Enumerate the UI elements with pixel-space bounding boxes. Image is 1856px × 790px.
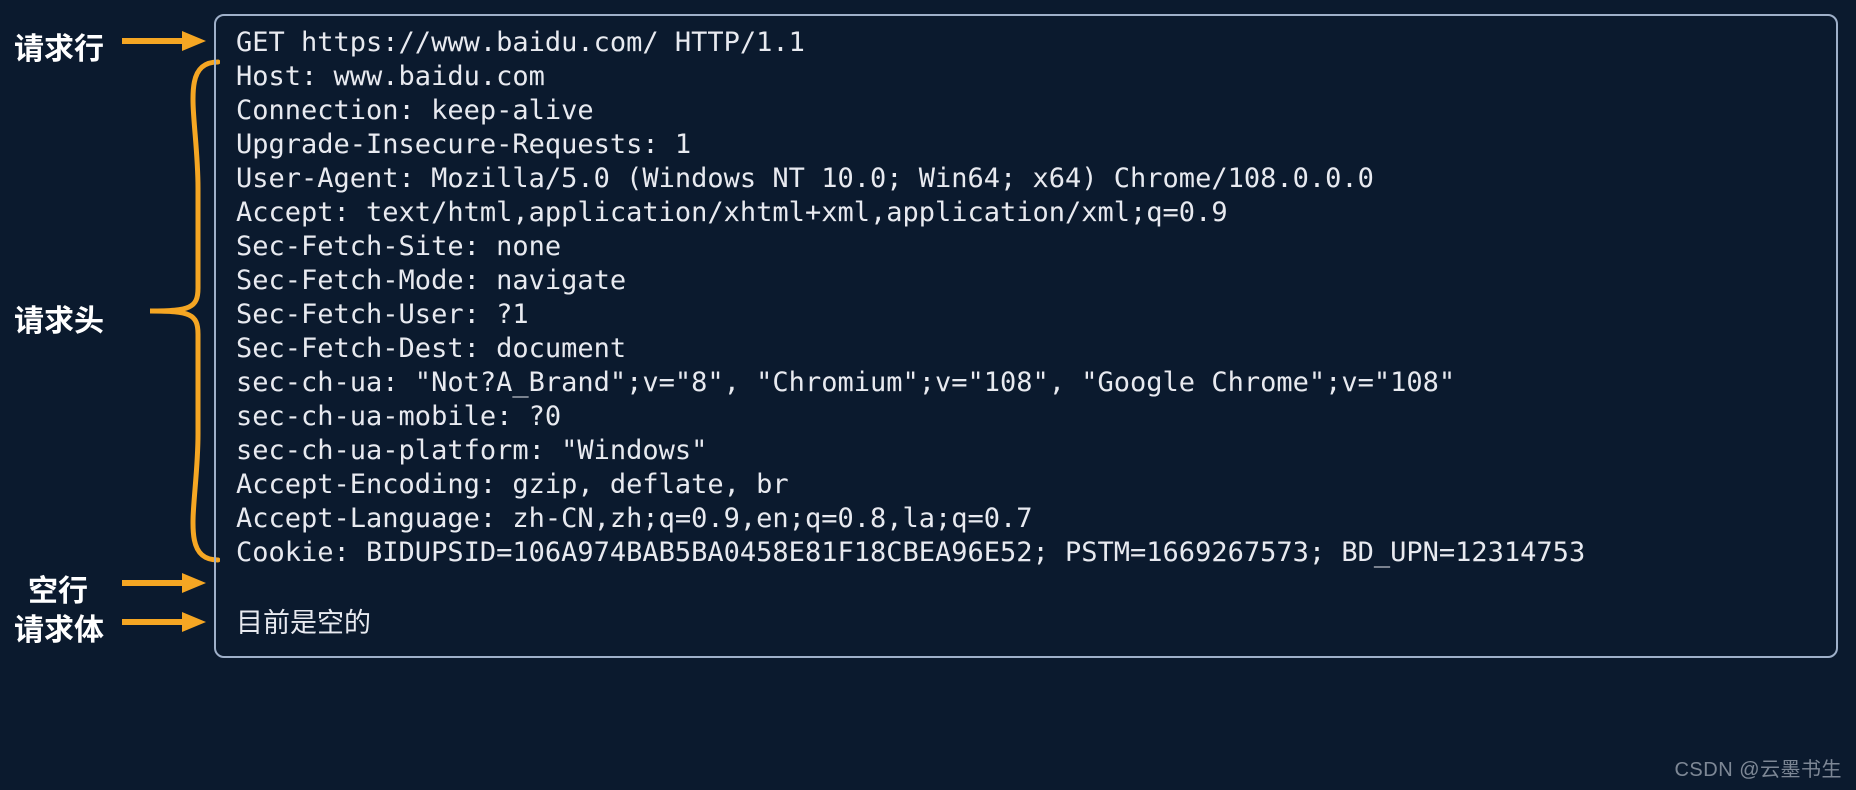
brace-request-headers-icon: [140, 58, 220, 564]
header-line: Cookie: BIDUPSID=106A974BAB5BA0458E81F18…: [236, 536, 1816, 570]
header-line: sec-ch-ua-platform: "Windows": [236, 434, 1816, 468]
label-column: 请求行 请求头 空行 请求体: [0, 0, 214, 700]
arrow-request-body-icon: [118, 607, 208, 637]
request-body: 目前是空的: [236, 604, 1816, 638]
label-request-line: 请求行: [14, 24, 104, 68]
http-request-box: GET https://www.baidu.com/ HTTP/1.1 Host…: [214, 14, 1838, 658]
arrow-blank-line-icon: [118, 568, 208, 598]
header-line: Accept-Encoding: gzip, deflate, br: [236, 468, 1816, 502]
label-request-body: 请求体: [14, 605, 104, 649]
request-headers: Host: www.baidu.comConnection: keep-aliv…: [236, 60, 1816, 570]
label-blank-line: 空行: [28, 566, 88, 610]
header-line: Sec-Fetch-Mode: navigate: [236, 264, 1816, 298]
header-line: Upgrade-Insecure-Requests: 1: [236, 128, 1816, 162]
arrow-request-line-icon: [118, 26, 208, 56]
header-line: sec-ch-ua: "Not?A_Brand";v="8", "Chromiu…: [236, 366, 1816, 400]
header-line: Accept: text/html,application/xhtml+xml,…: [236, 196, 1816, 230]
request-line: GET https://www.baidu.com/ HTTP/1.1: [236, 26, 1816, 60]
watermark: CSDN @云墨书生: [1674, 753, 1842, 782]
header-line: Host: www.baidu.com: [236, 60, 1816, 94]
header-line: Sec-Fetch-Site: none: [236, 230, 1816, 264]
header-line: sec-ch-ua-mobile: ?0: [236, 400, 1816, 434]
header-line: Accept-Language: zh-CN,zh;q=0.9,en;q=0.8…: [236, 502, 1816, 536]
header-line: Sec-Fetch-User: ?1: [236, 298, 1816, 332]
blank-line: [236, 570, 1816, 604]
diagram-root: 请求行 请求头 空行 请求体 GET https://www.baidu.com…: [0, 0, 1856, 790]
label-request-headers: 请求头: [14, 296, 104, 340]
header-line: Connection: keep-alive: [236, 94, 1816, 128]
header-line: User-Agent: Mozilla/5.0 (Windows NT 10.0…: [236, 162, 1816, 196]
header-line: Sec-Fetch-Dest: document: [236, 332, 1816, 366]
